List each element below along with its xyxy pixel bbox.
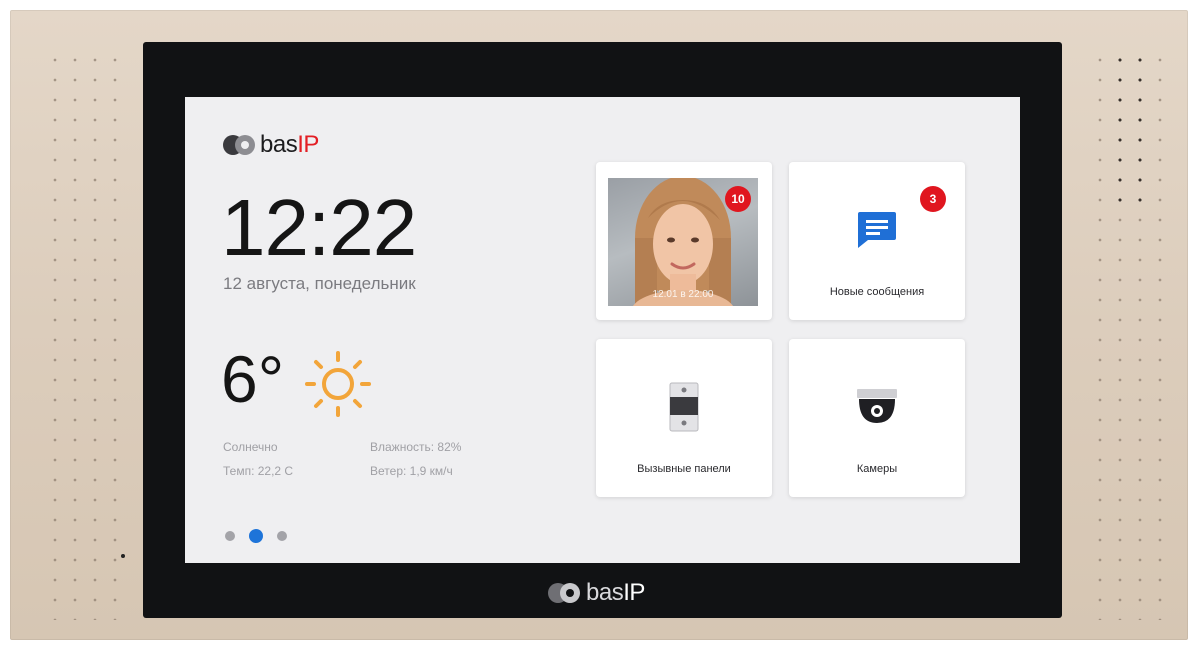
weather-condition: Солнечно (223, 440, 278, 454)
weather-feels-like: Темп: 22,2 С (223, 464, 294, 478)
brand-mark-icon (223, 135, 257, 155)
bezel-logo-suffix: IP (623, 579, 645, 606)
bezel-logo-brand: bas (586, 579, 624, 606)
bezel-logo: basIP (548, 579, 645, 606)
page-dot-active[interactable] (249, 529, 263, 543)
page-dot[interactable] (225, 531, 235, 541)
microphone-grille (1110, 50, 1150, 210)
messages-badge: 3 (920, 186, 946, 212)
call-panels-tile[interactable]: Вызывные панели (596, 339, 772, 497)
messages-tile[interactable]: 3 Новые сообщения (789, 162, 965, 320)
cameras-tile[interactable]: Камеры (789, 339, 965, 497)
page-indicator[interactable] (225, 529, 287, 543)
chat-message-icon (858, 212, 896, 248)
missed-calls-tile[interactable]: 12.01 в 22:00 10 (596, 162, 772, 320)
call-timestamp: 12.01 в 22:00 (652, 289, 714, 300)
screen-logo-suffix: IP (297, 131, 319, 158)
dome-camera-icon (857, 389, 897, 423)
speaker-grille-left (45, 50, 125, 620)
screen-logo-brand: bas (260, 131, 298, 158)
brand-mark-icon (548, 583, 582, 603)
weather-wind: Ветер: 1,9 км/ч (370, 464, 453, 478)
clock-time: 12:22 (221, 183, 417, 272)
clock-date: 12 августа, понедельник (223, 274, 416, 293)
messages-label: Новые сообщения (829, 286, 925, 298)
call-panel-icon (669, 382, 699, 432)
call-panels-label: Вызывные панели (637, 463, 731, 475)
weather-humidity: Влажность: 82% (370, 440, 462, 454)
screen-logo: basIP (223, 131, 319, 158)
page-dot[interactable] (277, 531, 287, 541)
cameras-label: Камеры (856, 463, 898, 475)
home-screen: basIP 12:22 12 августа, понедельник 6° С… (185, 97, 1020, 563)
weather-temperature: 6° (221, 342, 285, 416)
status-led (121, 554, 125, 558)
missed-calls-badge: 10 (725, 186, 751, 212)
sun-icon (305, 351, 371, 417)
